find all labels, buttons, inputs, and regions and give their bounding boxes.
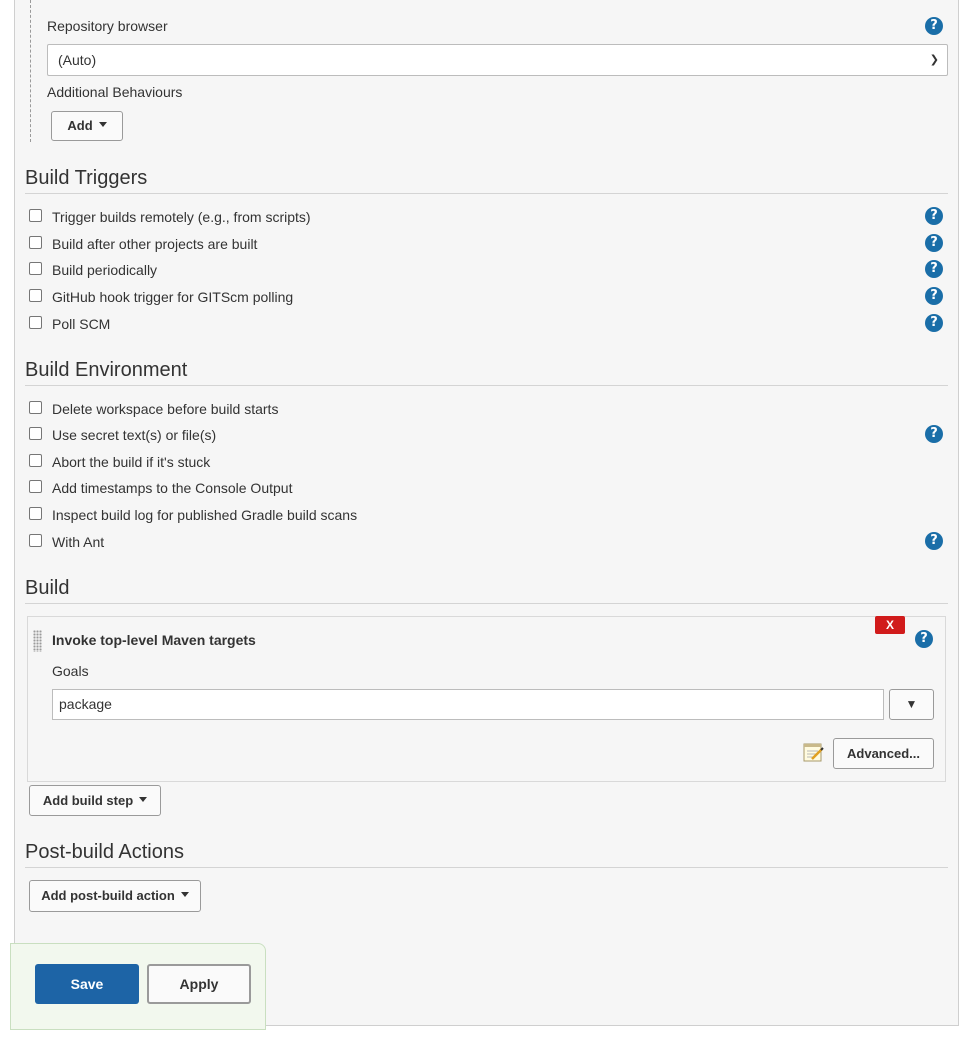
build-environment-title: Build Environment <box>25 359 188 381</box>
add-build-step-label: Add build step <box>42 793 134 808</box>
dropdown-arrow-icon[interactable]: ▼ <box>889 689 934 720</box>
checkbox-trigger-remote[interactable] <box>29 209 42 222</box>
section-divider <box>25 603 948 604</box>
checkbox-with-ant[interactable] <box>29 534 42 547</box>
checkbox-secret-text[interactable] <box>29 427 42 440</box>
help-icon[interactable]: ? <box>925 260 943 278</box>
checkbox-gradle-scans[interactable] <box>29 507 42 520</box>
caret-down-icon <box>98 122 107 128</box>
add-behaviour-button[interactable]: Add <box>51 111 123 141</box>
repo-browser-select[interactable]: (Auto) ❯ <box>47 44 948 76</box>
save-button[interactable]: Save <box>35 964 139 1004</box>
scm-nesting-line <box>30 0 31 142</box>
help-icon[interactable]: ? <box>925 287 943 305</box>
goals-label: Goals <box>52 663 89 679</box>
build-after-label: Build after other projects are built <box>52 236 258 252</box>
caret-down-icon <box>139 797 148 803</box>
checkbox-timestamps[interactable] <box>29 480 42 493</box>
abort-stuck-label: Abort the build if it's stuck <box>52 454 211 470</box>
checkbox-build-periodically[interactable] <box>29 262 42 275</box>
gradle-scans-label: Inspect build log for published Gradle b… <box>52 507 358 523</box>
help-icon[interactable]: ? <box>925 207 943 225</box>
section-divider <box>25 867 948 868</box>
apply-button[interactable]: Apply <box>147 964 251 1004</box>
help-icon[interactable]: ? <box>925 532 943 550</box>
add-behaviour-label: Add <box>67 118 93 133</box>
caret-down-icon <box>180 892 189 898</box>
help-icon[interactable]: ? <box>925 314 943 332</box>
checkbox-poll-scm[interactable] <box>29 316 42 329</box>
delete-step-button[interactable]: X <box>875 616 905 634</box>
add-build-step-button[interactable]: Add build step <box>29 785 161 816</box>
poll-scm-label: Poll SCM <box>52 316 111 332</box>
additional-behaviours-label: Additional Behaviours <box>47 84 183 100</box>
with-ant-label: With Ant <box>52 534 105 550</box>
build-title: Build <box>25 577 70 599</box>
section-divider <box>25 385 948 386</box>
checkbox-delete-workspace[interactable] <box>29 401 42 414</box>
build-periodically-label: Build periodically <box>52 262 158 278</box>
trigger-remote-label: Trigger builds remotely (e.g., from scri… <box>52 209 311 225</box>
github-hook-label: GitHub hook trigger for GITScm polling <box>52 289 294 305</box>
checkbox-build-after[interactable] <box>29 236 42 249</box>
add-post-build-label: Add post-build action <box>41 888 175 903</box>
drag-handle-icon[interactable] <box>33 630 42 652</box>
chevron-down-icon: ❯ <box>929 54 939 66</box>
checkbox-abort-stuck[interactable] <box>29 454 42 467</box>
build-triggers-title: Build Triggers <box>25 167 148 189</box>
repo-browser-label: Repository browser <box>47 18 168 34</box>
goals-input[interactable]: package <box>52 689 884 720</box>
timestamps-label: Add timestamps to the Console Output <box>52 480 293 496</box>
help-icon[interactable]: ? <box>915 630 933 648</box>
help-icon[interactable]: ? <box>925 234 943 252</box>
advanced-button[interactable]: Advanced... <box>833 738 934 769</box>
build-step-title: Invoke top-level Maven targets <box>52 632 256 648</box>
section-divider <box>25 193 948 194</box>
help-icon[interactable]: ? <box>925 17 943 35</box>
checkbox-github-hook[interactable] <box>29 289 42 302</box>
add-post-build-action-button[interactable]: Add post-build action <box>29 880 201 912</box>
post-build-title: Post-build Actions <box>25 841 184 863</box>
delete-workspace-label: Delete workspace before build starts <box>52 401 279 417</box>
secret-text-label: Use secret text(s) or file(s) <box>52 427 217 443</box>
repo-browser-value: (Auto) <box>58 52 97 68</box>
help-icon[interactable]: ? <box>925 425 943 443</box>
notepad-icon[interactable] <box>802 741 824 763</box>
